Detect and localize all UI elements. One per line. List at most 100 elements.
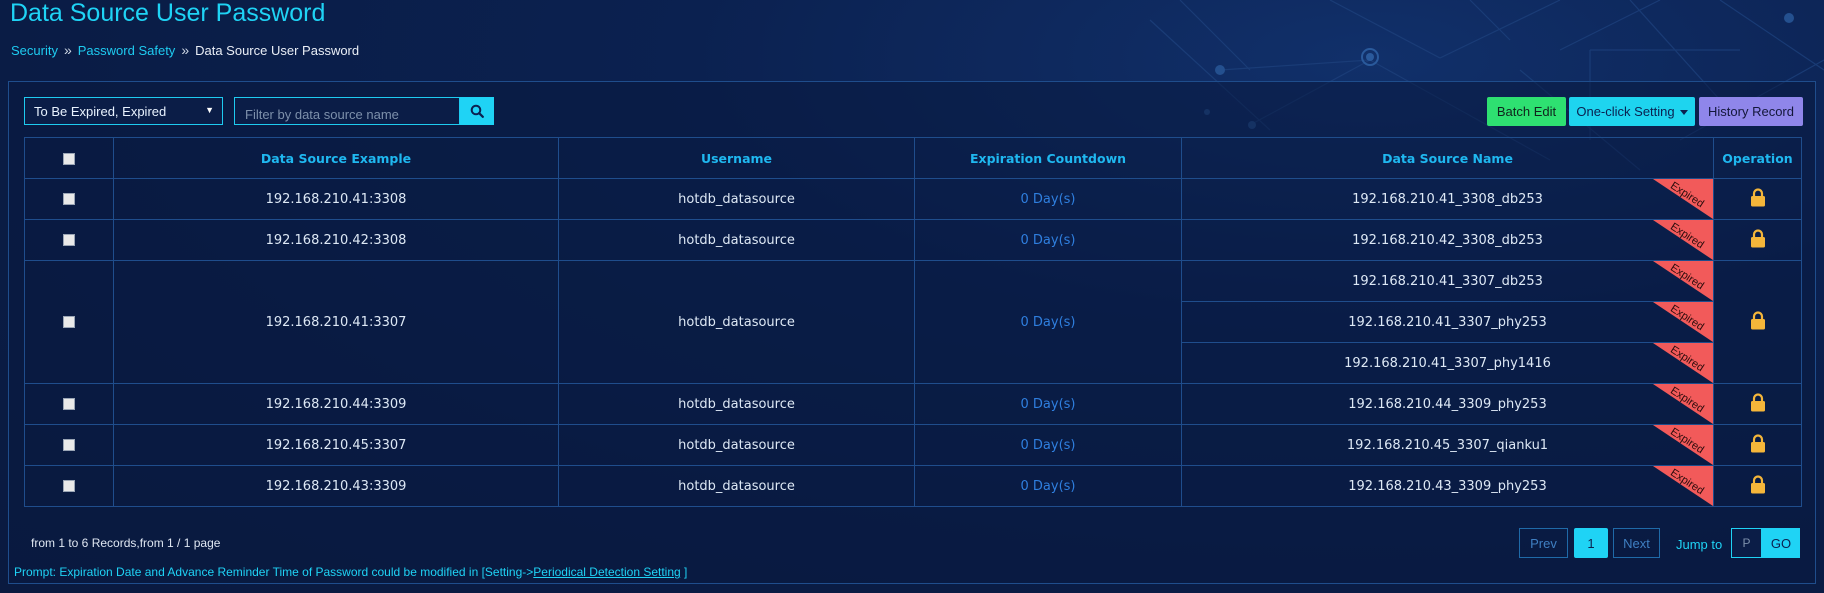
ds-name-text: 192.168.210.44_3309_phy253: [1348, 396, 1547, 412]
row-checkbox[interactable]: [63, 480, 75, 492]
ds-name-item: 192.168.210.41_3307_phy1416 Expired: [1182, 343, 1713, 383]
page-title: Data Source User Password: [10, 0, 326, 27]
ds-name-item: 192.168.210.41_3307_phy253 Expired: [1182, 302, 1713, 343]
select-all-cell: [24, 137, 114, 179]
ds-name-cell: 192.168.210.42_3308_db253 Expired: [1181, 219, 1714, 261]
row-checkbox[interactable]: [63, 193, 75, 205]
table-row: 192.168.210.41:3308 hotdb_datasource 0 Day…: [24, 178, 1802, 220]
table-header-row: Data Source Example Username Expiration …: [24, 137, 1802, 179]
ds-example-cell: 192.168.210.42:3308: [113, 219, 559, 261]
ds-name-text: 192.168.210.43_3309_phy253: [1348, 478, 1547, 494]
ds-name-item: 192.168.210.44_3309_phy253 Expired: [1182, 384, 1713, 424]
breadcrumb: Security » Password Safety » Data Source…: [11, 42, 359, 58]
username-cell: hotdb_datasource: [558, 424, 915, 466]
ds-example-cell: 192.168.210.41:3308: [113, 178, 559, 220]
ds-name-cell: 192.168.210.41_3308_db253 Expired: [1181, 178, 1714, 220]
row-checkbox[interactable]: [63, 439, 75, 451]
column-header-ds-name[interactable]: Data Source Name: [1181, 137, 1714, 179]
operation-cell: [1713, 260, 1802, 384]
expired-tag: Expired: [1653, 384, 1713, 424]
page-number-input[interactable]: [1731, 528, 1762, 558]
ds-name-item: 192.168.210.41_3308_db253 Expired: [1182, 179, 1713, 219]
breadcrumb-password-safety[interactable]: Password Safety: [78, 43, 176, 58]
ds-name-text: 192.168.210.41_3308_db253: [1352, 191, 1543, 207]
ds-name-cell: 192.168.210.45_3307_qianku1 Expired: [1181, 424, 1714, 466]
periodical-detection-link[interactable]: Periodical Detection Setting: [533, 565, 680, 579]
breadcrumb-separator-icon: »: [63, 42, 72, 58]
countdown-cell: 0 Day(s): [914, 219, 1182, 261]
row-checkbox-cell: [24, 465, 114, 507]
ds-example-cell: 192.168.210.43:3309: [113, 465, 559, 507]
expired-tag: Expired: [1653, 179, 1713, 219]
records-summary: from 1 to 6 Records,from 1 / 1 page: [31, 536, 221, 550]
row-checkbox-cell: [24, 383, 114, 425]
ds-name-text: 192.168.210.41_3307_phy253: [1348, 314, 1547, 330]
username-cell: hotdb_datasource: [558, 465, 915, 507]
history-record-button[interactable]: History Record: [1699, 97, 1803, 126]
row-checkbox[interactable]: [63, 234, 75, 246]
column-header-operation: Operation: [1713, 137, 1802, 179]
countdown-cell: 0 Day(s): [914, 260, 1182, 384]
table-row: 192.168.210.41:3307 hotdb_datasource 0 Day…: [24, 260, 1802, 384]
expired-tag: Expired: [1653, 425, 1713, 465]
lock-icon[interactable]: [1750, 392, 1766, 412]
operation-cell: [1713, 383, 1802, 425]
table-row: 192.168.210.42:3308 hotdb_datasource 0 Day…: [24, 219, 1802, 261]
expired-tag: Expired: [1653, 343, 1713, 383]
breadcrumb-security[interactable]: Security: [11, 43, 58, 58]
prompt-text: Prompt: Expiration Date and Advance Remi…: [14, 565, 534, 579]
ds-name-item: 192.168.210.42_3308_db253 Expired: [1182, 220, 1713, 260]
select-all-checkbox[interactable]: [63, 153, 75, 165]
page-1-button[interactable]: 1: [1574, 528, 1608, 558]
ds-example-cell: 192.168.210.44:3309: [113, 383, 559, 425]
next-page-button[interactable]: Next: [1613, 528, 1660, 558]
row-checkbox[interactable]: [63, 316, 75, 328]
ds-name-item: 192.168.210.45_3307_qianku1 Expired: [1182, 425, 1713, 465]
chevron-down-icon: ▼: [205, 105, 214, 115]
ds-name-cell: 192.168.210.41_3307_db253 Expired 192.168.…: [1181, 260, 1714, 384]
status-filter-select[interactable]: To Be Expired, Expired ▼: [24, 97, 223, 125]
search-button[interactable]: [460, 97, 494, 125]
username-cell: hotdb_datasource: [558, 260, 915, 384]
one-click-setting-button[interactable]: One-click Setting: [1569, 97, 1695, 126]
row-checkbox-cell: [24, 219, 114, 261]
lock-icon[interactable]: [1750, 433, 1766, 453]
batch-edit-button[interactable]: Batch Edit: [1487, 97, 1566, 126]
expired-tag: Expired: [1653, 302, 1713, 342]
ds-name-text: 192.168.210.41_3307_db253: [1352, 273, 1543, 289]
countdown-cell: 0 Day(s): [914, 424, 1182, 466]
prompt-suffix: ]: [680, 565, 688, 579]
expired-tag: Expired: [1653, 220, 1713, 260]
ds-name-text: 192.168.210.41_3307_phy1416: [1344, 355, 1551, 371]
go-button[interactable]: GO: [1762, 528, 1800, 558]
search-input[interactable]: [234, 97, 460, 125]
ds-name-cell: 192.168.210.44_3309_phy253 Expired: [1181, 383, 1714, 425]
table-row: 192.168.210.44:3309 hotdb_datasource 0 Day…: [24, 383, 1802, 425]
lock-icon[interactable]: [1750, 228, 1766, 248]
lock-icon[interactable]: [1750, 474, 1766, 494]
prompt-note: Prompt: Expiration Date and Advance Remi…: [14, 565, 687, 579]
lock-icon[interactable]: [1750, 187, 1766, 207]
table-row: 192.168.210.45:3307 hotdb_datasource 0 Day…: [24, 424, 1802, 466]
operation-cell: [1713, 178, 1802, 220]
prev-page-button[interactable]: Prev: [1519, 528, 1568, 558]
password-table: Data Source Example Username Expiration …: [24, 137, 1802, 507]
ds-name-item: 192.168.210.41_3307_db253 Expired: [1182, 261, 1713, 302]
row-checkbox-cell: [24, 178, 114, 220]
column-header-countdown[interactable]: Expiration Countdown: [914, 137, 1182, 179]
caret-down-icon: [1679, 110, 1688, 115]
column-header-example[interactable]: Data Source Example: [113, 137, 559, 179]
breadcrumb-separator-icon: »: [181, 42, 189, 58]
ds-example-cell: 192.168.210.41:3307: [113, 260, 559, 384]
lock-icon[interactable]: [1750, 310, 1766, 330]
jump-to-label: Jump to: [1676, 537, 1723, 552]
row-checkbox-cell: [24, 260, 114, 384]
column-header-username[interactable]: Username: [558, 137, 915, 179]
countdown-cell: 0 Day(s): [914, 178, 1182, 220]
status-filter-value: To Be Expired, Expired: [34, 104, 167, 119]
row-checkbox[interactable]: [63, 398, 75, 410]
username-cell: hotdb_datasource: [558, 219, 915, 261]
one-click-setting-label: One-click Setting: [1576, 104, 1675, 119]
row-checkbox-cell: [24, 424, 114, 466]
countdown-cell: 0 Day(s): [914, 383, 1182, 425]
